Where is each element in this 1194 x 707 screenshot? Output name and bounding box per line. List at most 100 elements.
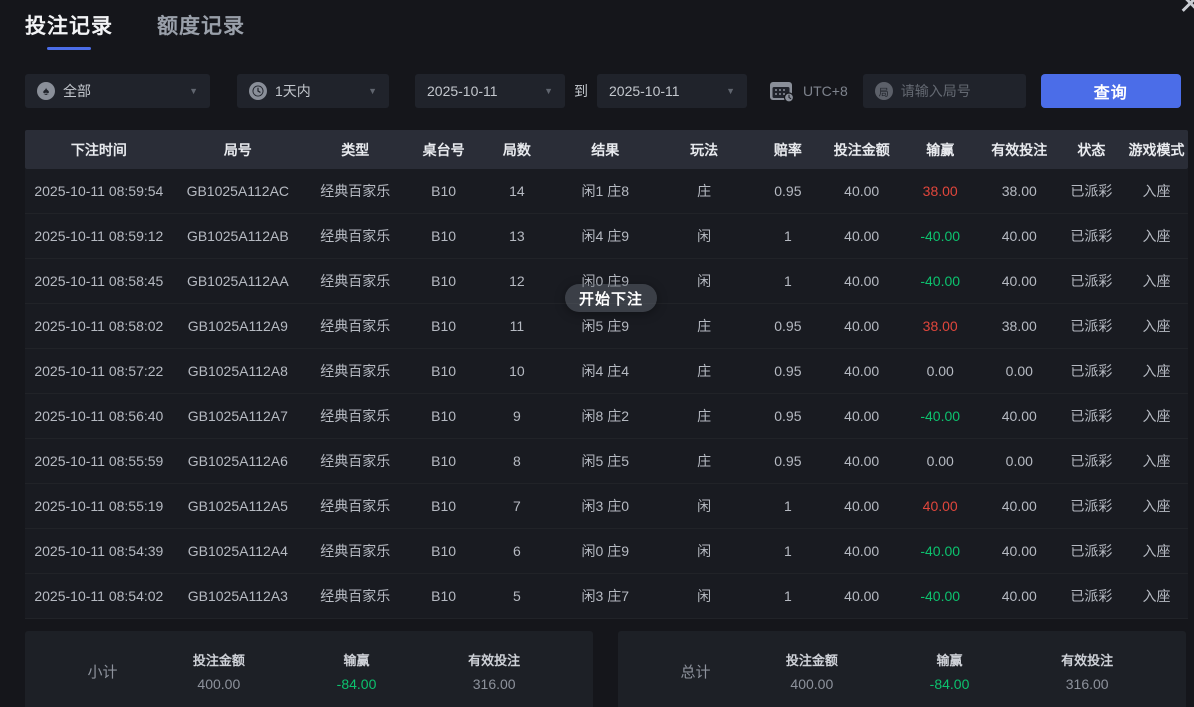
cell-bet-amount: 40.00 — [824, 453, 900, 469]
cell-bet-time: 2025-10-11 08:59:12 — [25, 228, 173, 244]
cell-round-count: 12 — [480, 273, 554, 289]
column-header-odds: 赔率 — [752, 140, 824, 160]
betting-records-dialog: ✕ 投注记录 额度记录 ♠ 全部 ▼ 1天内 ▼ 2025-10-11 ▼ — [0, 0, 1194, 707]
cell-bet-amount: 40.00 — [824, 588, 900, 604]
cell-bet-amount: 40.00 — [824, 408, 900, 424]
round-search-input[interactable] — [901, 83, 1014, 99]
cell-result: 闲4 庄9 — [554, 226, 656, 246]
cell-bet-time: 2025-10-11 08:54:39 — [25, 543, 173, 559]
tab-betting-records[interactable]: 投注记录 — [25, 10, 113, 50]
total-bet-amount: 投注金额 400.00 — [743, 650, 881, 692]
cell-result: 闲0 庄9 — [554, 541, 656, 561]
game-type-select[interactable]: ♠ 全部 ▼ — [25, 74, 210, 108]
table-row: 2025-10-11 08:59:54 GB1025A112AC 经典百家乐 B… — [25, 169, 1188, 214]
column-header-time: 下注时间 — [25, 140, 173, 160]
cell-game-mode: 入座 — [1125, 586, 1188, 606]
cell-bet-time: 2025-10-11 08:54:02 — [25, 588, 173, 604]
cell-win-loss: 0.00 — [900, 453, 981, 469]
timezone-label: UTC+8 — [803, 83, 848, 99]
cell-round-id: GB1025A112A8 — [173, 363, 303, 379]
cell-win-loss: 0.00 — [900, 363, 981, 379]
cell-game-type: 经典百家乐 — [303, 496, 408, 516]
cell-valid-bet: 40.00 — [981, 498, 1058, 514]
column-header-amount: 投注金额 — [824, 140, 900, 160]
time-range-value: 1天内 — [275, 81, 311, 101]
cell-round-count: 9 — [480, 408, 554, 424]
cell-bet-amount: 40.00 — [824, 228, 900, 244]
cell-play: 庄 — [656, 316, 751, 336]
cell-table-id: B10 — [408, 543, 480, 559]
date-from-value: 2025-10-11 — [427, 83, 498, 99]
active-tab-underline — [47, 47, 91, 50]
cell-round-count: 11 — [480, 318, 554, 334]
cell-round-id: GB1025A112A5 — [173, 498, 303, 514]
subtotal-win-loss: 输赢 -84.00 — [288, 650, 426, 692]
cell-result: 闲5 庄5 — [554, 451, 656, 471]
cell-valid-bet: 38.00 — [981, 183, 1058, 199]
cell-win-loss: -40.00 — [900, 273, 981, 289]
table-row: 2025-10-11 08:55:59 GB1025A112A6 经典百家乐 B… — [25, 439, 1188, 484]
start-betting-toast: 开始下注 — [565, 284, 657, 312]
column-header-status: 状态 — [1058, 140, 1125, 160]
cell-play: 庄 — [656, 181, 751, 201]
cell-win-loss: 38.00 — [900, 318, 981, 334]
round-search-field[interactable]: 局 — [863, 74, 1026, 108]
cell-valid-bet: 0.00 — [981, 453, 1058, 469]
cell-round-id: GB1025A112A3 — [173, 588, 303, 604]
cell-play: 闲 — [656, 226, 751, 246]
cell-game-type: 经典百家乐 — [303, 586, 408, 606]
cell-game-type: 经典百家乐 — [303, 406, 408, 426]
cell-odds: 0.95 — [752, 408, 824, 424]
cell-win-loss: 40.00 — [900, 498, 981, 514]
cell-result: 闲5 庄9 — [554, 316, 656, 336]
summary-section: 小计 投注金额 400.00 输赢 -84.00 有效投注 316.00 总计 … — [25, 631, 1186, 707]
close-icon[interactable]: ✕ — [1178, 0, 1194, 20]
date-from-select[interactable]: 2025-10-11 ▼ — [415, 74, 565, 108]
cell-table-id: B10 — [408, 183, 480, 199]
cell-bet-time: 2025-10-11 08:55:19 — [25, 498, 173, 514]
calendar-clock-icon[interactable] — [769, 79, 803, 103]
cell-valid-bet: 40.00 — [981, 543, 1058, 559]
cell-game-mode: 入座 — [1125, 406, 1188, 426]
subtotal-panel: 小计 投注金额 400.00 输赢 -84.00 有效投注 316.00 — [25, 631, 593, 707]
time-range-select[interactable]: 1天内 ▼ — [237, 74, 389, 108]
clock-icon — [249, 82, 267, 100]
date-to-select[interactable]: 2025-10-11 ▼ — [597, 74, 747, 108]
cell-game-type: 经典百家乐 — [303, 316, 408, 336]
spade-icon: ♠ — [37, 82, 55, 100]
date-to-value: 2025-10-11 — [609, 83, 680, 99]
cell-win-loss: 38.00 — [900, 183, 981, 199]
records-table: 下注时间 局号 类型 桌台号 局数 结果 玩法 赔率 投注金额 输赢 有效投注 … — [25, 130, 1188, 619]
cell-play: 庄 — [656, 361, 751, 381]
cell-play: 闲 — [656, 586, 751, 606]
table-row: 2025-10-11 08:57:22 GB1025A112A8 经典百家乐 B… — [25, 349, 1188, 394]
cell-game-type: 经典百家乐 — [303, 181, 408, 201]
cell-status: 已派彩 — [1058, 361, 1125, 381]
cell-bet-time: 2025-10-11 08:58:45 — [25, 273, 173, 289]
cell-table-id: B10 — [408, 588, 480, 604]
cell-valid-bet: 38.00 — [981, 318, 1058, 334]
cell-status: 已派彩 — [1058, 451, 1125, 471]
cell-status: 已派彩 — [1058, 316, 1125, 336]
cell-odds: 0.95 — [752, 363, 824, 379]
cell-game-mode: 入座 — [1125, 271, 1188, 291]
query-button[interactable]: 查询 — [1041, 74, 1181, 108]
tab-quota-records[interactable]: 额度记录 — [157, 10, 245, 50]
cell-round-id: GB1025A112A4 — [173, 543, 303, 559]
cell-status: 已派彩 — [1058, 496, 1125, 516]
subtotal-bet-amount: 投注金额 400.00 — [150, 650, 288, 692]
cell-round-id: GB1025A112AB — [173, 228, 303, 244]
cell-odds: 1 — [752, 543, 824, 559]
cell-valid-bet: 40.00 — [981, 273, 1058, 289]
column-header-type: 类型 — [303, 140, 408, 160]
cell-game-mode: 入座 — [1125, 226, 1188, 246]
cell-bet-amount: 40.00 — [824, 183, 900, 199]
date-range-to-label: 到 — [574, 81, 588, 101]
subtotal-valid-bet: 有效投注 316.00 — [425, 650, 563, 692]
game-type-value: 全部 — [63, 81, 91, 101]
chevron-down-icon: ▼ — [534, 86, 553, 96]
cell-result: 闲4 庄4 — [554, 361, 656, 381]
chevron-down-icon: ▼ — [716, 86, 735, 96]
cell-round-id: GB1025A112A9 — [173, 318, 303, 334]
subtotal-label: 小计 — [55, 661, 150, 682]
